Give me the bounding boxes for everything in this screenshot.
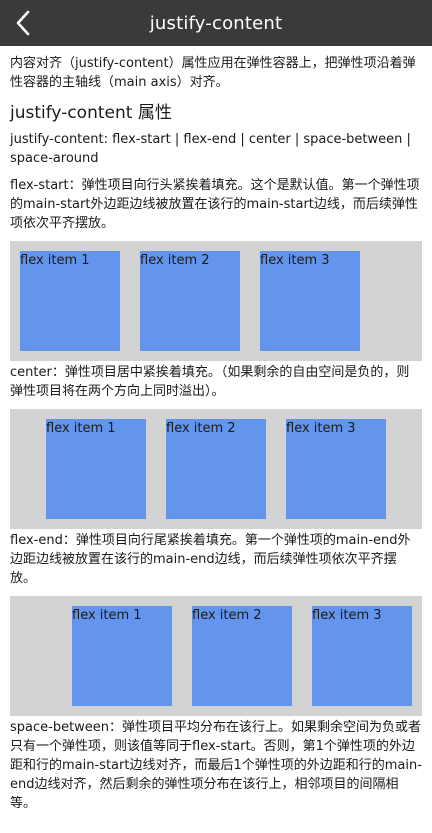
flex-item: flex item 3 (260, 251, 360, 351)
flex-item: flex item 2 (192, 606, 292, 706)
flex-item: flex item 2 (140, 251, 240, 351)
flex-item: flex item 3 (312, 606, 412, 706)
flex-item: flex item 2 (166, 419, 266, 519)
intro-text: 内容对齐（justify-content）属性应用在弹性容器上，把弹性项沿着弹性… (10, 56, 416, 90)
space-between-description: space-between：弹性项目平均分布在该行上。如果剩余空间为负或者只有一… (10, 720, 422, 811)
article: 内容对齐（justify-content）属性应用在弹性容器上，把弹性项沿着弹性… (0, 54, 432, 813)
flex-item: flex item 1 (46, 419, 146, 519)
back-button[interactable] (8, 8, 38, 38)
top-bar: justify-content (0, 0, 432, 46)
flex-item: flex item 1 (20, 251, 120, 351)
center-demo: flex item 1 flex item 2 flex item 3 (10, 409, 422, 529)
flex-start-demo: flex item 1 flex item 2 flex item 3 (10, 241, 422, 361)
chevron-left-icon (16, 10, 30, 36)
center-description: center：弹性项目居中紧挨着填充。（如果剩余的自由空间是负的，则弹性项目将在… (10, 365, 410, 399)
flex-end-description: flex-end：弹性项目向行尾紧挨着填充。第一个弹性项的main-end外边距… (10, 533, 411, 586)
flex-start-description: flex-start：弹性项目向行头紧挨着填充。这个是默认值。第一个弹性项的ma… (10, 178, 420, 231)
flex-end-demo: flex item 1 flex item 2 flex item 3 (10, 596, 422, 716)
syntax-text: justify-content: flex-start | flex-end |… (10, 132, 411, 166)
flex-item: flex item 3 (286, 419, 386, 519)
section-heading: justify-content 属性 (10, 103, 172, 123)
flex-item: flex item 1 (72, 606, 172, 706)
page-title: justify-content (149, 12, 283, 34)
